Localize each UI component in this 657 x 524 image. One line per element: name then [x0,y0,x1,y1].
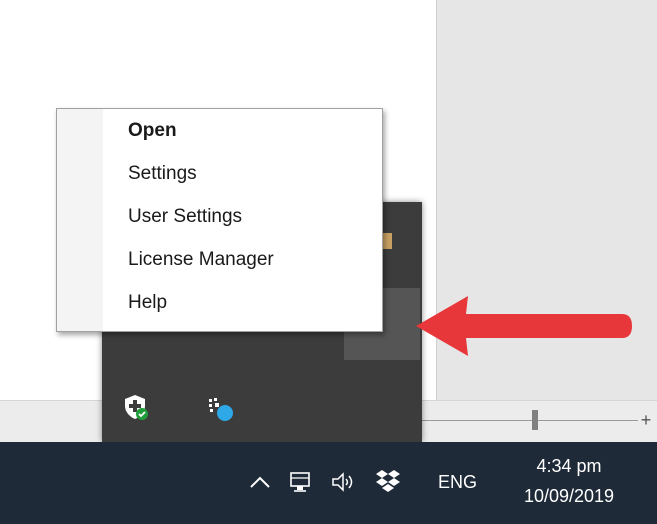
tray-context-menu: Open Settings User Settings License Mana… [56,108,383,332]
menu-item-license-manager[interactable]: License Manager [58,238,381,281]
menu-item-settings[interactable]: Settings [58,152,381,195]
menu-item-user-settings[interactable]: User Settings [58,195,381,238]
taskbar [0,442,657,524]
zoom-slider-thumb[interactable] [532,410,538,430]
menu-item-open[interactable]: Open [58,109,381,152]
dropbox-icon[interactable] [374,468,402,494]
windows-security-icon[interactable] [120,392,150,422]
volume-icon[interactable] [330,470,358,494]
clock-date[interactable]: 10/09/2019 [506,486,632,507]
menu-item-help[interactable]: Help [58,281,381,324]
annotation-arrow [416,296,632,356]
zoom-in-button[interactable]: + [637,408,655,432]
language-indicator[interactable]: ENG [438,472,477,493]
network-icon[interactable] [288,470,314,494]
app-gear-badge-icon[interactable] [205,394,235,424]
zoom-slider-track[interactable] [420,420,638,421]
chevron-up-icon[interactable] [248,472,272,492]
clock-time[interactable]: 4:34 pm [510,456,628,477]
